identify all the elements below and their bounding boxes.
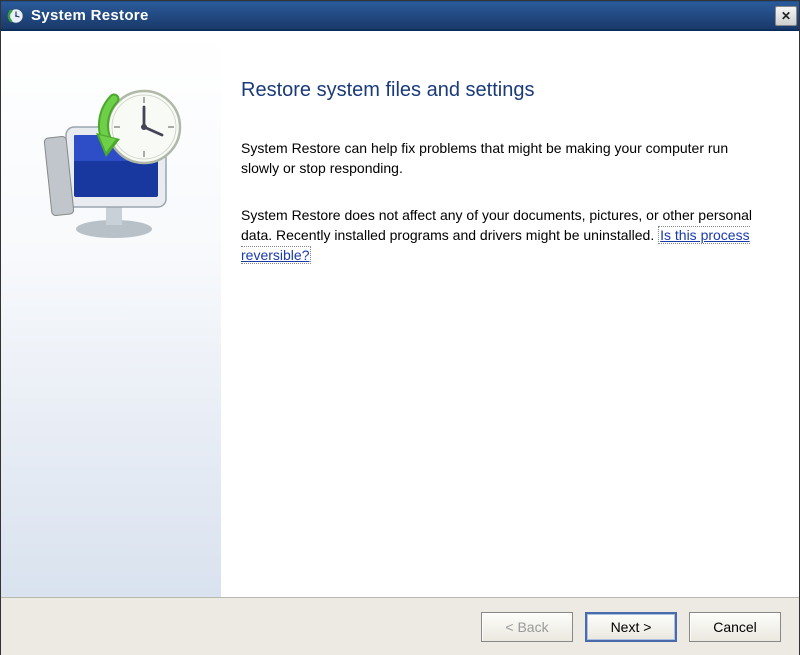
system-restore-icon	[26, 81, 196, 251]
title-bar: System Restore ✕	[1, 1, 799, 31]
wizard-footer: < Back Next > Cancel	[1, 597, 799, 655]
system-restore-app-icon	[7, 7, 25, 25]
window-title: System Restore	[31, 7, 149, 24]
intro-paragraph: System Restore can help fix problems tha…	[241, 138, 761, 179]
next-button[interactable]: Next >	[585, 612, 677, 642]
title-left-group: System Restore	[7, 7, 149, 25]
back-button: < Back	[481, 612, 573, 642]
wizard-body: Restore system files and settings System…	[1, 31, 799, 597]
close-button[interactable]: ✕	[775, 6, 797, 26]
detail-paragraph: System Restore does not affect any of yo…	[241, 205, 761, 266]
page-heading: Restore system files and settings	[241, 79, 761, 102]
wizard-sidebar	[1, 31, 221, 597]
close-icon: ✕	[781, 9, 791, 23]
cancel-button[interactable]: Cancel	[689, 612, 781, 642]
wizard-content: Restore system files and settings System…	[221, 31, 799, 597]
